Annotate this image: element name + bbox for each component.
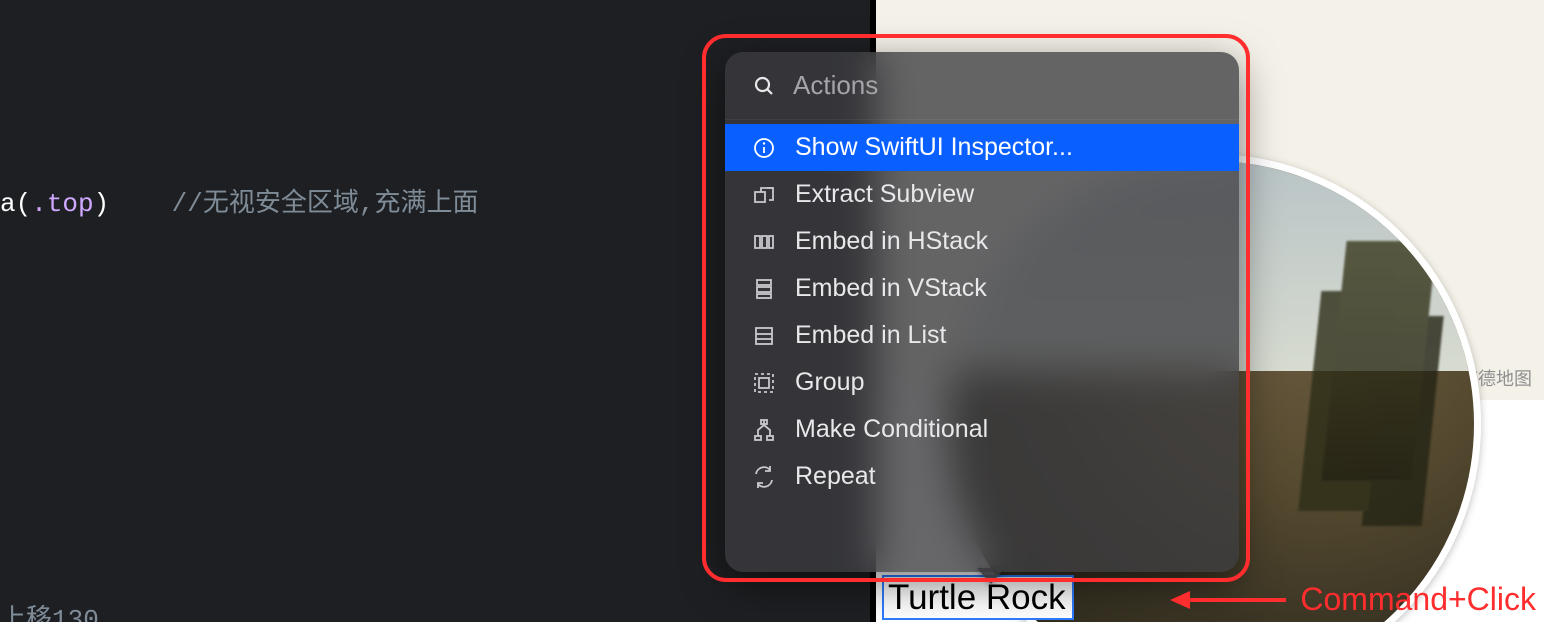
conditional-icon	[751, 417, 777, 443]
menu-item-list[interactable]: Embed in List	[725, 312, 1239, 359]
code-token: top	[47, 189, 94, 219]
list-icon	[751, 323, 777, 349]
code-comment: //无视安全区域,充满上面	[172, 189, 479, 219]
actions-search-row	[725, 52, 1239, 120]
extract-icon	[751, 182, 777, 208]
menu-item-label: Make Conditional	[795, 415, 988, 444]
menu-item-label: Extract Subview	[795, 180, 974, 209]
menu-item-label: Embed in List	[795, 321, 946, 350]
vstack-icon	[751, 276, 777, 302]
group-icon	[751, 370, 777, 396]
menu-item-repeat[interactable]: Repeat	[725, 453, 1239, 500]
actions-menu: Show SwiftUI Inspector... Extract Subview…	[725, 120, 1239, 504]
menu-item-info[interactable]: Show SwiftUI Inspector...	[725, 124, 1239, 171]
hstack-icon	[751, 229, 777, 255]
popover-tail	[977, 568, 1005, 584]
info-icon	[751, 135, 777, 161]
menu-item-hstack[interactable]: Embed in HStack	[725, 218, 1239, 265]
menu-item-label: Repeat	[795, 462, 876, 491]
code-token: .	[31, 189, 47, 219]
menu-item-extract[interactable]: Extract Subview	[725, 171, 1239, 218]
menu-item-label: Embed in HStack	[795, 227, 988, 256]
search-icon	[751, 73, 777, 99]
menu-item-vstack[interactable]: Embed in VStack	[725, 265, 1239, 312]
actions-popover: Show SwiftUI Inspector... Extract Subview…	[715, 42, 1249, 582]
repeat-icon	[751, 464, 777, 490]
code-token: a(	[0, 189, 31, 219]
actions-popover-body: Show SwiftUI Inspector... Extract Subview…	[725, 52, 1239, 572]
menu-item-label: Embed in VStack	[795, 274, 987, 303]
code-token: )	[94, 189, 172, 219]
menu-item-label: Group	[795, 368, 864, 397]
menu-item-group[interactable]: Group	[725, 359, 1239, 406]
menu-item-label: Show SwiftUI Inspector...	[795, 133, 1073, 162]
menu-item-conditional[interactable]: Make Conditional	[725, 406, 1239, 453]
actions-search-input[interactable]	[793, 70, 1213, 101]
code-comment: 上移130	[0, 605, 99, 622]
